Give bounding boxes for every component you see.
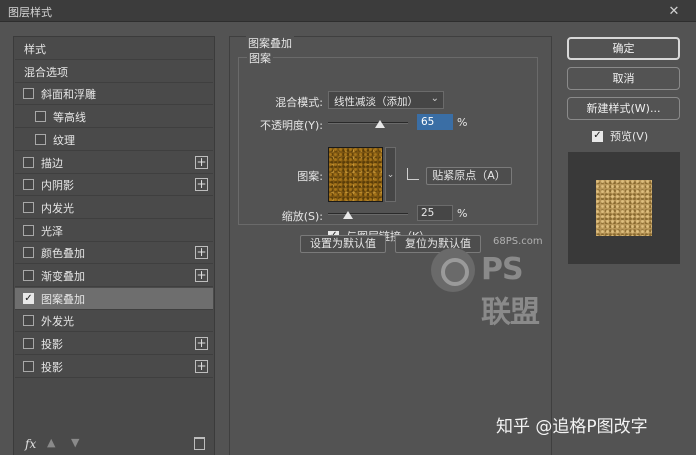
sidebar-item[interactable]: 投影 + <box>15 333 213 355</box>
sidebar-item-label: 内阴影 <box>41 178 74 192</box>
chevron-down-icon: ⌄ <box>430 93 439 104</box>
preview-checkbox[interactable]: ✓ <box>592 130 603 142</box>
sidebar-item[interactable]: 纹理 <box>15 129 213 151</box>
style-list: 样式混合选项斜面和浮雕等高线纹理描边 + 内阴影 + 内发光光泽颜色叠加 + 渐变叠加 + ✓ 图… <box>13 36 215 455</box>
sidebar-item-checkbox[interactable] <box>23 270 34 281</box>
new-style-button[interactable]: 新建样式(W)... <box>567 97 680 120</box>
opacity-input[interactable]: 65 <box>417 114 453 130</box>
preview-thumbnail <box>568 152 680 264</box>
sidebar-item-checkbox[interactable] <box>23 315 34 326</box>
sidebar-item-label: 渐变叠加 <box>41 269 85 283</box>
group-title: 图案叠加 <box>246 35 294 51</box>
sidebar-item[interactable]: 渐变叠加 + <box>15 265 213 287</box>
scale-unit: % <box>457 207 468 220</box>
sidebar-item-checkbox[interactable] <box>35 111 46 122</box>
sidebar-item-label: 外发光 <box>41 314 74 328</box>
sidebar-item[interactable]: 等高线 <box>15 106 213 128</box>
watermark-domain: 68PS.com <box>493 236 543 247</box>
sidebar-item-checkbox[interactable] <box>23 225 34 236</box>
scale-label: 缩放(S): <box>281 210 323 223</box>
trash-icon[interactable] <box>194 437 205 450</box>
preview-toggle[interactable]: ✓ 预览(V) <box>592 128 648 144</box>
scale-input[interactable]: 25 <box>417 205 453 221</box>
pattern-swatch[interactable] <box>328 147 383 202</box>
sidebar-item-label: 纹理 <box>53 133 75 147</box>
sidebar-item-checkbox[interactable] <box>23 361 34 372</box>
move-up-icon: ▲ <box>47 436 56 449</box>
close-icon[interactable]: ✕ <box>652 0 696 22</box>
new-preset-icon[interactable] <box>407 168 419 180</box>
sidebar-item[interactable]: 内发光 <box>15 197 213 219</box>
sidebar-item-checkbox[interactable]: ✓ <box>23 293 34 304</box>
opacity-slider-thumb[interactable] <box>375 120 385 128</box>
pattern-groupbox: 图案 混合模式: 线性减淡（添加） ⌄ 不透明度(Y): 65 % 图案: ⌄ … <box>238 50 538 243</box>
sidebar-item[interactable]: 光泽 <box>15 220 213 242</box>
credit-text: 知乎 @追格P图改字 <box>496 417 648 437</box>
ps-logo-icon <box>431 248 475 292</box>
sidebar-item-label: 描边 <box>41 156 63 170</box>
sidebar-item[interactable]: 内阴影 + <box>15 174 213 196</box>
pattern-picker-chevron-icon[interactable]: ⌄ <box>385 147 396 202</box>
opacity-label: 不透明度(Y): <box>259 119 323 132</box>
sidebar-item-checkbox[interactable] <box>23 202 34 213</box>
sidebar-item-checkbox[interactable] <box>23 338 34 349</box>
sidebar-item[interactable]: 投影 + <box>15 356 213 378</box>
blend-mode-select[interactable]: 线性减淡（添加） ⌄ <box>328 91 444 109</box>
sidebar-item-label: 混合选项 <box>24 65 68 79</box>
blend-mode-label: 混合模式: <box>275 96 323 109</box>
cancel-button[interactable]: 取消 <box>567 67 680 90</box>
sidebar-item-checkbox[interactable] <box>35 134 46 145</box>
watermark: 68PS.com PS联盟 <box>431 236 551 330</box>
move-down-icon: ▼ <box>71 436 80 449</box>
add-effect-icon[interactable]: + <box>195 156 208 169</box>
add-effect-icon[interactable]: + <box>195 360 208 373</box>
sidebar-item-label: 斜面和浮雕 <box>41 87 96 101</box>
sidebar-item-label: 等高线 <box>53 110 86 124</box>
add-effect-icon[interactable]: + <box>195 337 208 350</box>
opacity-unit: % <box>457 116 468 129</box>
opacity-slider[interactable] <box>328 122 408 124</box>
sidebar-item-label: 投影 <box>41 360 63 374</box>
window-title: 图层样式 <box>8 6 52 19</box>
sidebar-item-checkbox[interactable] <box>23 88 34 99</box>
set-default-button[interactable]: 设置为默认值 <box>300 235 386 253</box>
sidebar-item-checkbox[interactable] <box>23 157 34 168</box>
blend-mode-value: 线性减淡（添加） <box>334 96 418 108</box>
sidebar-item-checkbox[interactable] <box>23 247 34 258</box>
preview-label: 预览(V) <box>610 130 649 143</box>
scale-slider-thumb[interactable] <box>343 211 353 219</box>
sidebar-item[interactable]: 样式 <box>15 38 213 60</box>
snap-to-origin-button[interactable]: 贴紧原点（A） <box>426 167 512 185</box>
sidebar-item[interactable]: 外发光 <box>15 310 213 332</box>
pattern-label: 图案: <box>297 170 323 183</box>
watermark-brand: PS联盟 <box>481 252 540 330</box>
sidebar-item[interactable]: 斜面和浮雕 <box>15 83 213 105</box>
sidebar-item[interactable]: 描边 + <box>15 152 213 174</box>
layer-style-dialog: 样式混合选项斜面和浮雕等高线纹理描边 + 内阴影 + 内发光光泽颜色叠加 + 渐变叠加 + ✓ 图… <box>0 22 696 455</box>
sidebar-item-label: 投影 <box>41 337 63 351</box>
ok-button[interactable]: 确定 <box>567 37 680 60</box>
sidebar-item-label: 内发光 <box>41 201 74 215</box>
sidebar-item-label: 样式 <box>24 42 46 56</box>
sidebar-item-label: 光泽 <box>41 224 63 238</box>
sidebar-item[interactable]: 混合选项 <box>15 61 213 83</box>
add-effect-icon[interactable]: + <box>195 269 208 282</box>
subgroup-title: 图案 <box>247 50 273 66</box>
preview-square <box>596 180 652 236</box>
sidebar-item-label: 颜色叠加 <box>41 246 85 260</box>
sidebar-item[interactable]: ✓ 图案叠加 <box>15 288 213 310</box>
title-bar: 图层样式 ✕ <box>0 0 696 22</box>
sidebar-item-label: 图案叠加 <box>41 292 85 306</box>
add-effect-icon[interactable]: + <box>195 246 208 259</box>
scale-slider[interactable] <box>328 213 408 215</box>
add-effect-icon[interactable]: + <box>195 178 208 191</box>
sidebar-item[interactable]: 颜色叠加 + <box>15 242 213 264</box>
sidebar-item-checkbox[interactable] <box>23 179 34 190</box>
fx-icon[interactable]: fx <box>25 437 36 451</box>
style-list-footer: fx ▲ ▼ <box>15 430 213 455</box>
